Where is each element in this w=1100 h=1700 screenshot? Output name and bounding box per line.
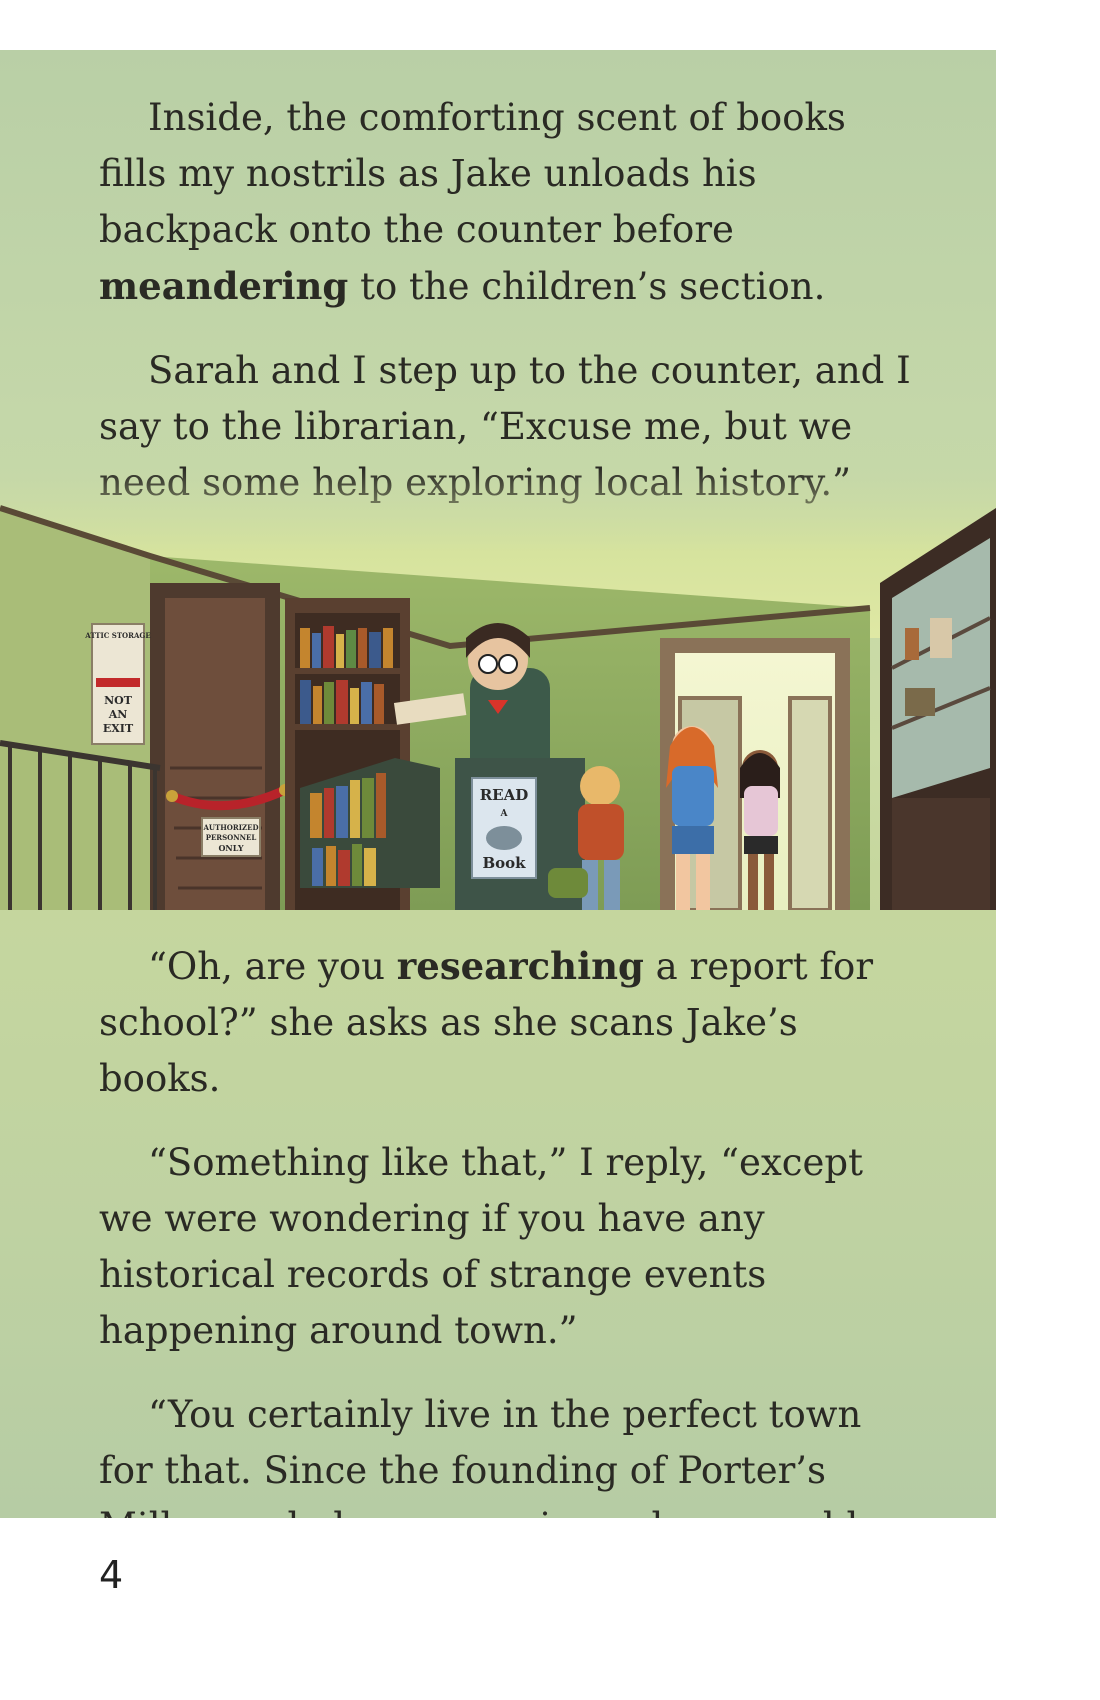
poster-line: Book — [482, 854, 526, 872]
story-paragraph: “You certainly live in the perfect town … — [99, 1393, 862, 1518]
attic-sign-title: ATTIC STORAGE — [84, 631, 150, 640]
authorized-sign-line: PERSONNEL — [206, 833, 257, 842]
attic-sign-line: AN — [108, 708, 128, 721]
top-text-block: Inside, the comforting scent of books fi… — [99, 90, 919, 511]
attic-sign-line: NOT — [104, 694, 133, 707]
story-paragraph: “Something like that,” I reply, “except … — [99, 1141, 863, 1352]
authorized-sign-line: AUTHORIZED — [202, 823, 258, 832]
attic-sign: ATTIC STORAGE NOT AN EXIT — [84, 623, 151, 745]
authorized-sign: AUTHORIZED PERSONNEL ONLY — [201, 817, 261, 857]
vocabulary-word: meandering — [99, 264, 349, 308]
read-a-book-poster: READ A Book — [471, 777, 537, 879]
attic-sign-line: EXIT — [103, 722, 134, 735]
story-paragraph: Inside, the comforting scent of books fi… — [99, 96, 846, 308]
story-paragraph: “Oh, are you researching a report for sc… — [99, 944, 874, 1100]
vocabulary-word: researching — [396, 944, 644, 988]
page-number: 4 — [99, 1553, 124, 1597]
authorized-sign-line: ONLY — [218, 843, 243, 853]
poster-line: READ — [480, 786, 529, 804]
page-panel: Inside, the comforting scent of books fi… — [0, 50, 996, 1518]
poster-line: A — [500, 809, 509, 819]
bottom-text-block: “Oh, are you researching a report for sc… — [99, 938, 919, 1518]
library-illustration: ATTIC STORAGE NOT AN EXIT AUTHORIZED PER… — [0, 468, 996, 910]
